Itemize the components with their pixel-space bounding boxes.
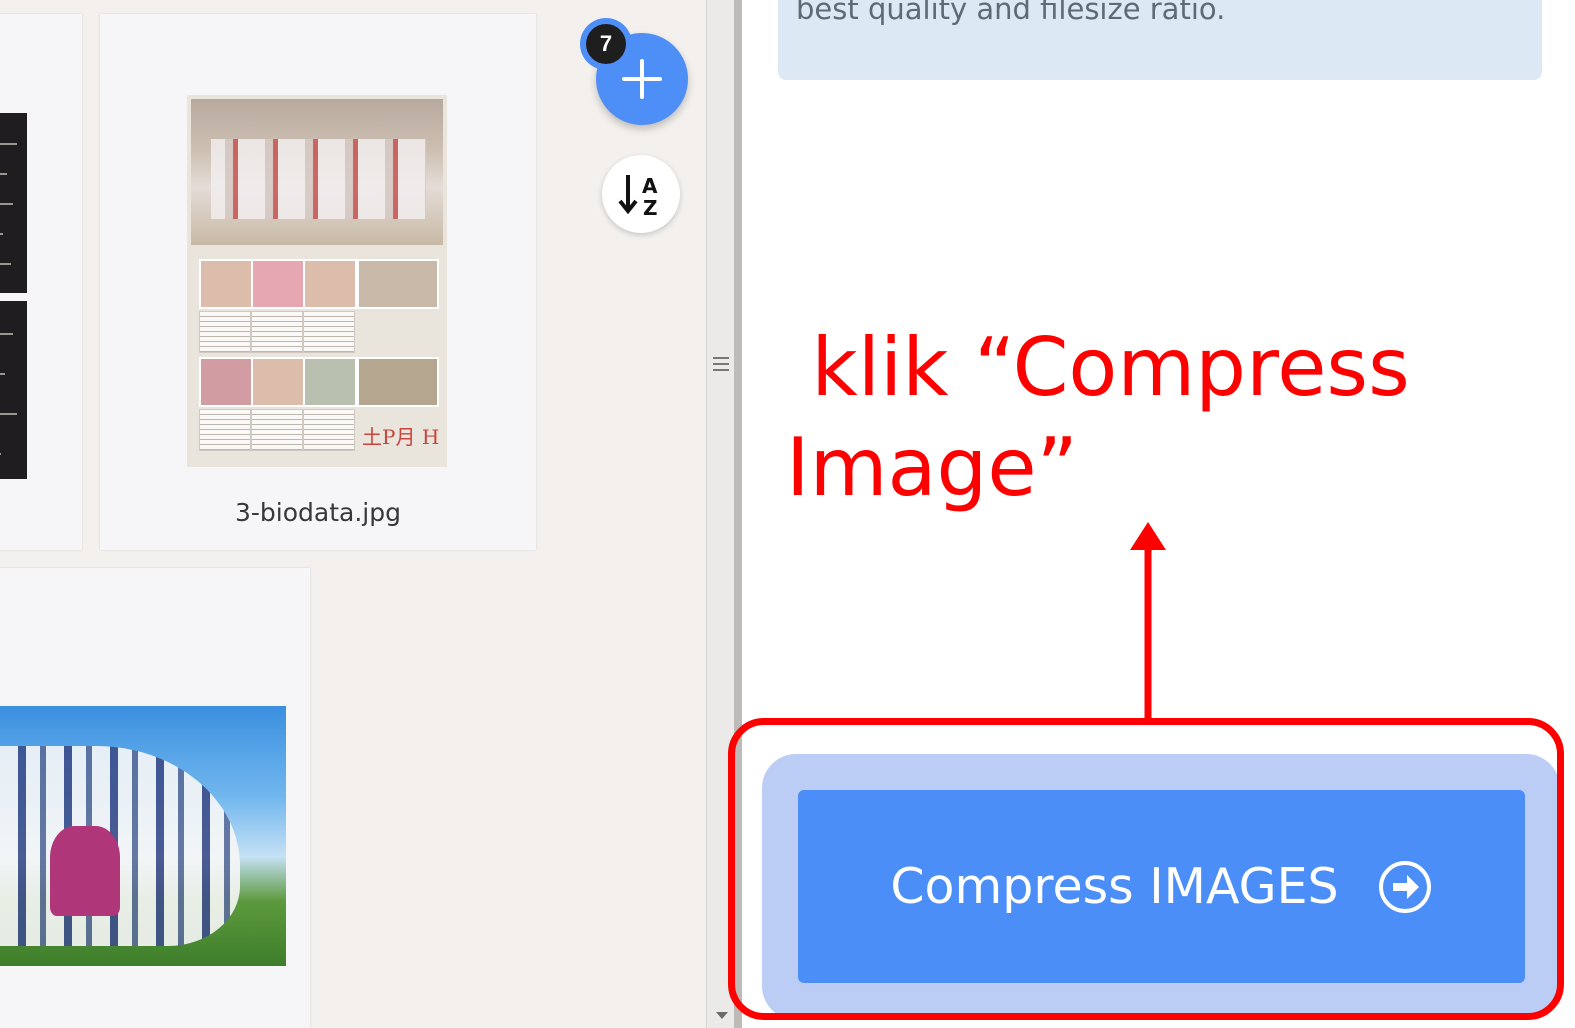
file-thumbnail: 土P月 H: [187, 95, 447, 467]
file-name: 3-biodata.jpg: [235, 498, 401, 527]
file-card[interactable]: 土P月 H 3-biodata.jpg: [100, 14, 536, 550]
file-thumbnail: [0, 113, 27, 479]
file-card[interactable]: [0, 568, 310, 1028]
info-text: best quality and filesize ratio.: [796, 0, 1226, 26]
file-count: 7: [586, 24, 626, 64]
annotation-text: klik “Compress Image”: [786, 321, 1410, 514]
splitter-grip-icon[interactable]: [713, 357, 729, 377]
scroll-down-icon[interactable]: [716, 1012, 728, 1019]
sort-az-icon: A Z: [618, 174, 658, 219]
file-thumbnail: [0, 706, 286, 966]
annotation-arrow: [1130, 522, 1166, 720]
annotation-highlight: [728, 718, 1564, 1020]
svg-text:A: A: [642, 174, 658, 198]
file-card[interactable]: [0, 14, 82, 550]
plus-icon: [622, 59, 662, 99]
sort-button[interactable]: A Z: [602, 155, 680, 233]
file-grid: 土P月 H 3-biodata.jpg 7 A Z: [0, 0, 706, 1028]
svg-text:Z: Z: [643, 196, 658, 219]
